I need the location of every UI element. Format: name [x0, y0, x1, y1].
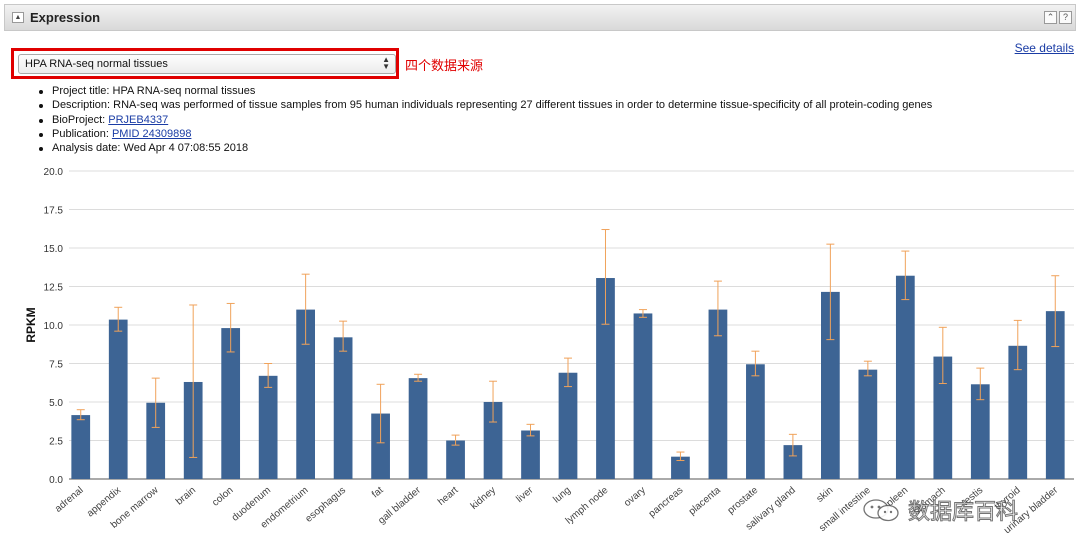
watermark: 数据库百科	[862, 492, 1052, 528]
x-tick-label: esophagus	[303, 485, 348, 525]
y-tick-label: 10.0	[44, 321, 64, 332]
y-tick-label: 15.0	[44, 244, 64, 255]
x-tick-label: kidney	[469, 485, 498, 512]
x-tick-label: placenta	[687, 485, 723, 518]
bioproject-link[interactable]: PRJEB4337	[108, 114, 168, 126]
annotation-text: 四个数据来源	[405, 59, 484, 74]
x-tick-label: skin	[815, 485, 836, 505]
bar	[895, 275, 915, 479]
watermark-text: 数据库百科	[907, 500, 1019, 526]
info-description: Description: RNA-seq was performed of ti…	[38, 99, 933, 112]
bar	[408, 378, 428, 479]
y-tick-label: 12.5	[44, 283, 64, 294]
bar	[558, 372, 578, 479]
y-tick-label: 5.0	[49, 398, 63, 409]
bar	[108, 319, 128, 479]
bar	[258, 375, 278, 479]
bar	[633, 313, 653, 479]
bar	[333, 337, 353, 479]
y-tick-label: 7.5	[49, 360, 63, 371]
y-tick-label: 17.5	[44, 206, 64, 217]
bar	[71, 415, 91, 479]
x-tick-label: prostate	[726, 485, 761, 517]
dataset-select-value: HPA RNA-seq normal tissues	[25, 58, 168, 70]
chat-bubble-icon	[863, 499, 899, 522]
x-tick-label: colon	[210, 485, 235, 509]
y-tick-label: 2.5	[49, 437, 63, 448]
publication-link[interactable]: PMID 24309898	[112, 128, 192, 140]
dataset-info-list: Project title: HPA RNA-seq normal tissue…	[38, 84, 933, 155]
y-axis-label: RPKM	[24, 307, 38, 342]
x-tick-label: ovary	[622, 485, 648, 509]
info-project: Project title: HPA RNA-seq normal tissue…	[38, 84, 932, 98]
x-tick-label: fat	[370, 485, 386, 501]
bar	[746, 364, 765, 479]
x-tick-label: adrenal	[53, 485, 86, 515]
x-tick-label: lung	[551, 485, 573, 506]
x-tick-label: heart	[436, 485, 461, 508]
y-tick-label: 0.0	[49, 475, 63, 486]
bar	[521, 430, 540, 479]
see-details-link[interactable]: See details	[1015, 41, 1074, 55]
bar	[858, 369, 878, 479]
info-publication: Publication: PMID 24309898	[38, 127, 932, 141]
collapse-triangle-icon[interactable]: ▲	[12, 12, 24, 23]
info-analysis-date: Analysis date: Wed Apr 4 07:08:55 2018	[38, 141, 932, 155]
info-bioproject: BioProject: PRJEB4337	[38, 113, 932, 127]
help-icon[interactable]: ?	[1059, 11, 1072, 24]
select-updown-icon: ▲ ▼	[382, 55, 390, 71]
x-tick-label: liver	[514, 484, 536, 505]
expression-panel-header: ▲ Expression ⌃ ?	[4, 4, 1076, 31]
dataset-select[interactable]: HPA RNA-seq normal tissues ▲ ▼	[18, 54, 396, 74]
panel-title: Expression	[30, 10, 101, 25]
y-tick-label: 20.0	[44, 167, 64, 178]
bar	[446, 440, 465, 479]
x-tick-label: pancreas	[647, 485, 686, 520]
expand-double-chevron-icon[interactable]: ⌃	[1044, 11, 1057, 24]
x-tick-label: brain	[174, 485, 198, 508]
